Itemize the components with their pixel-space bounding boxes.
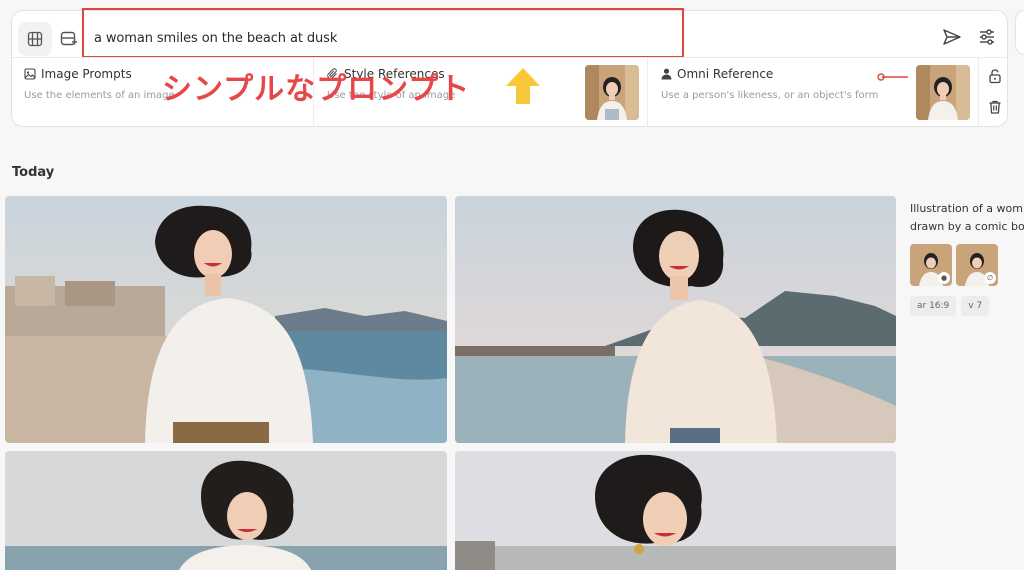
omni-reference-thumbnail[interactable] — [916, 65, 970, 120]
image-add-icon — [60, 31, 77, 46]
annotation-text: シンプルなプロンプト — [162, 72, 471, 107]
send-icon — [943, 29, 961, 45]
add-image-button[interactable] — [52, 22, 86, 56]
beach-portrait-image — [455, 451, 896, 570]
grid-icon — [27, 31, 43, 47]
image-prompts-label: Image Prompts — [41, 67, 132, 81]
generated-image-2[interactable] — [455, 196, 896, 443]
image-icon — [24, 68, 36, 80]
person-badge-icon: ● — [938, 272, 950, 284]
section-title: Today — [12, 165, 55, 180]
image-prompts-title: Image Prompts — [24, 67, 132, 81]
generated-image-4[interactable] — [455, 451, 896, 570]
paperclip-badge-icon: ∅ — [984, 272, 996, 284]
send-button[interactable] — [939, 24, 965, 50]
image-prompts-desc: Use the elements of an image — [24, 90, 175, 101]
lock-icon[interactable] — [987, 68, 1003, 84]
job-details: Illustration of a wom drawn by a comic b… — [910, 200, 1024, 316]
job-reference-thumb-1[interactable]: ● — [910, 244, 952, 286]
omni-reference-label: Omni Reference — [677, 67, 774, 81]
omni-reference-section[interactable]: Omni Reference Use a person's likeness, … — [649, 58, 979, 127]
omni-reference-desc: Use a person's likeness, or an object's … — [661, 90, 879, 101]
job-prompt-line-2[interactable]: drawn by a comic bo — [910, 218, 1024, 236]
job-reference-thumbnails: ● ∅ — [910, 244, 1024, 286]
prompt-input[interactable]: a woman smiles on the beach at dusk — [94, 31, 337, 46]
beach-portrait-image — [5, 196, 447, 443]
omni-reference-title: Omni Reference — [661, 67, 773, 81]
up-arrow-icon — [506, 68, 540, 104]
portrait-image — [585, 65, 639, 120]
version-tag[interactable]: v 7 — [961, 296, 990, 316]
trash-icon[interactable] — [987, 99, 1003, 115]
style-reference-thumbnail[interactable] — [585, 65, 639, 120]
sliders-icon — [980, 29, 994, 45]
left-arrow-icon — [877, 73, 908, 81]
job-reference-thumb-2[interactable]: ∅ — [956, 244, 998, 286]
beach-portrait-image — [455, 196, 896, 443]
generated-image-3[interactable] — [5, 451, 447, 570]
job-prompt-line-1[interactable]: Illustration of a wom — [910, 200, 1024, 218]
generated-image-1[interactable] — [5, 196, 447, 443]
portrait-image — [916, 65, 970, 120]
grid-view-button[interactable] — [18, 22, 52, 56]
side-panel-tab[interactable] — [1015, 10, 1024, 55]
settings-button[interactable] — [974, 24, 1000, 50]
beach-portrait-image — [5, 451, 447, 570]
job-tags: ar 16:9 v 7 — [910, 296, 1024, 316]
aspect-ratio-tag[interactable]: ar 16:9 — [910, 296, 957, 316]
person-icon — [661, 68, 672, 80]
app-page: a woman smiles on the beach at dusk Imag… — [0, 0, 1024, 570]
